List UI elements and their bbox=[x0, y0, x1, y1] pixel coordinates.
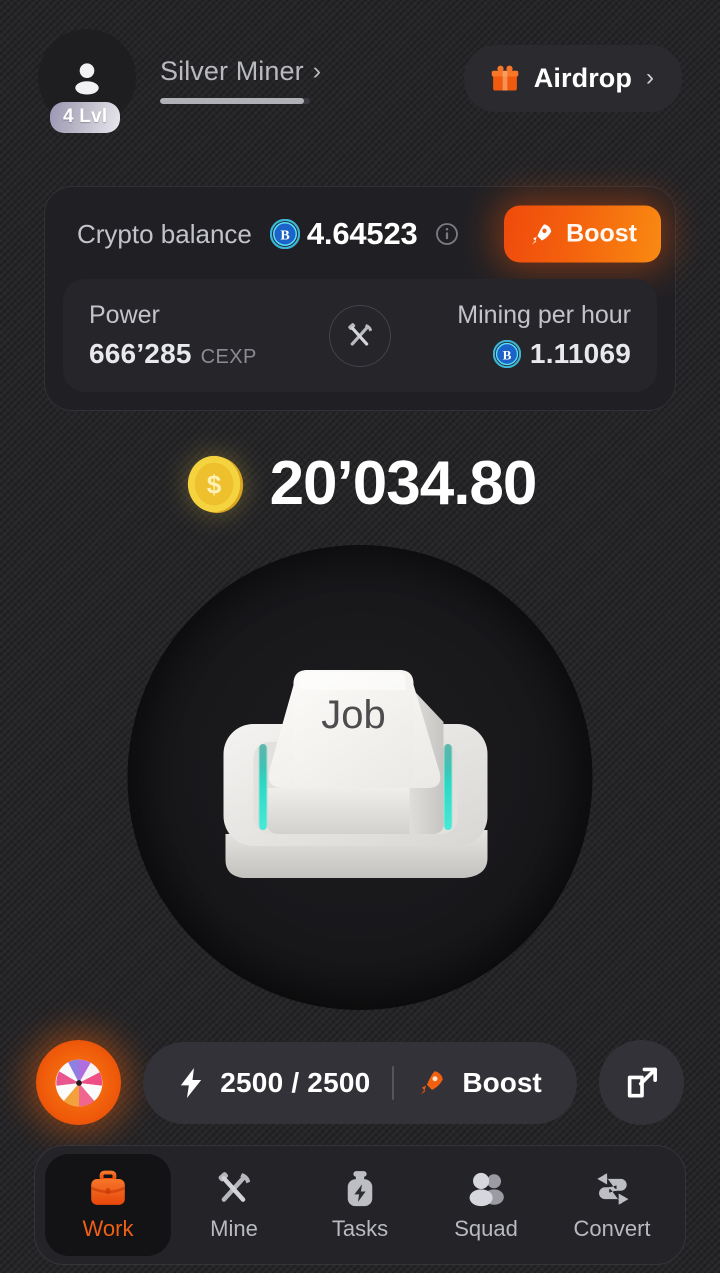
svg-text:B: B bbox=[503, 347, 512, 362]
energy-status: 2500 / 2500 bbox=[178, 1067, 370, 1099]
crypto-balance-card: Crypto balance B 4.64523 Boost Power 666… bbox=[44, 186, 676, 411]
nav-item-mine[interactable]: Mine bbox=[171, 1154, 297, 1256]
level-badge: 4 Lvl bbox=[50, 102, 121, 133]
fortune-wheel-button[interactable] bbox=[36, 1040, 121, 1125]
balance-top-row: Crypto balance B 4.64523 Boost bbox=[63, 203, 661, 265]
nav-label-convert: Convert bbox=[573, 1216, 651, 1241]
nav-label-squad: Squad bbox=[454, 1216, 518, 1241]
share-button[interactable] bbox=[599, 1040, 684, 1125]
job-key-label: Job bbox=[321, 693, 386, 737]
app-header: 4 Lvl Silver Miner › Airdrop › bbox=[38, 28, 682, 133]
chevron-right-icon: › bbox=[312, 57, 322, 85]
external-link-icon bbox=[627, 1067, 657, 1097]
bitcoin-icon: B bbox=[269, 219, 300, 249]
info-icon[interactable] bbox=[435, 222, 459, 246]
nav-item-tasks[interactable]: Tasks bbox=[297, 1154, 423, 1256]
bottom-navigation: Work Mine Tasks Squad Convert bbox=[34, 1145, 686, 1265]
nav-label-tasks: Tasks bbox=[331, 1216, 389, 1241]
energy-boost-label: Boost bbox=[462, 1066, 542, 1098]
coin-amount: 20’034.80 bbox=[269, 449, 538, 518]
power-value: 666’285 bbox=[89, 338, 192, 369]
nav-label-work: Work bbox=[82, 1216, 134, 1241]
power-unit: CEXP bbox=[200, 346, 257, 368]
avatar-container[interactable]: 4 Lvl bbox=[38, 29, 136, 133]
job-tap-area[interactable]: Job bbox=[127, 545, 593, 1010]
briefcase-icon bbox=[90, 1170, 126, 1205]
energy-text: 2500 / 2500 bbox=[220, 1066, 371, 1098]
people-icon bbox=[469, 1172, 504, 1207]
crypto-balance-label: Crypto balance bbox=[77, 218, 252, 249]
rank-name: Silver Miner bbox=[160, 56, 304, 86]
svg-text:B: B bbox=[280, 228, 289, 244]
bitcoin-icon: B bbox=[492, 340, 521, 368]
crypto-balance-value: 4.64523 bbox=[306, 216, 418, 251]
svg-text:$: $ bbox=[206, 469, 221, 499]
nav-item-convert[interactable]: Convert bbox=[549, 1154, 675, 1256]
nav-label-mine: Mine bbox=[210, 1216, 258, 1241]
nav-item-work[interactable]: Work bbox=[45, 1154, 171, 1256]
mining-stat: Mining per hour B 1.11069 bbox=[401, 301, 631, 370]
mining-label: Mining per hour bbox=[457, 301, 631, 329]
swap-arrows-icon bbox=[597, 1173, 629, 1205]
airdrop-label: Airdrop bbox=[533, 62, 632, 93]
power-label: Power bbox=[89, 301, 160, 329]
lightning-bolt-icon bbox=[181, 1067, 202, 1098]
rocket-icon bbox=[532, 223, 552, 245]
gift-icon bbox=[491, 65, 519, 91]
energy-pill[interactable]: 2500 / 2500 Boost bbox=[143, 1041, 577, 1124]
job-key-button[interactable]: Job bbox=[195, 638, 525, 918]
energy-jar-icon bbox=[347, 1171, 373, 1207]
rocket-icon bbox=[421, 1070, 444, 1095]
energy-boost-button[interactable]: Boost bbox=[416, 1066, 542, 1099]
fortune-wheel-icon bbox=[55, 1059, 102, 1106]
rank-progress-bar bbox=[160, 98, 310, 104]
power-stat: Power 666’285 CEXP bbox=[89, 301, 319, 370]
pill-divider bbox=[392, 1065, 395, 1100]
stats-row: Power 666’285 CEXP Mining per hour B 1.1… bbox=[63, 279, 657, 392]
person-icon bbox=[75, 63, 99, 95]
gold-coin-icon: $ bbox=[187, 455, 243, 513]
pickaxe-icon bbox=[218, 1172, 251, 1202]
energy-row: 2500 / 2500 Boost bbox=[36, 1040, 684, 1125]
pickaxe-badge bbox=[329, 304, 391, 367]
airdrop-button[interactable]: Airdrop › bbox=[463, 44, 682, 112]
boost-button[interactable]: Boost bbox=[504, 205, 661, 263]
boost-label: Boost bbox=[566, 219, 637, 248]
pickaxe-icon bbox=[348, 322, 373, 346]
nav-item-squad[interactable]: Squad bbox=[423, 1154, 549, 1256]
coin-counter: $ 20’034.80 bbox=[0, 448, 720, 519]
chevron-right-icon: › bbox=[646, 64, 654, 91]
mining-value: 1.11069 bbox=[529, 338, 631, 369]
rank-block[interactable]: Silver Miner › bbox=[160, 52, 321, 104]
